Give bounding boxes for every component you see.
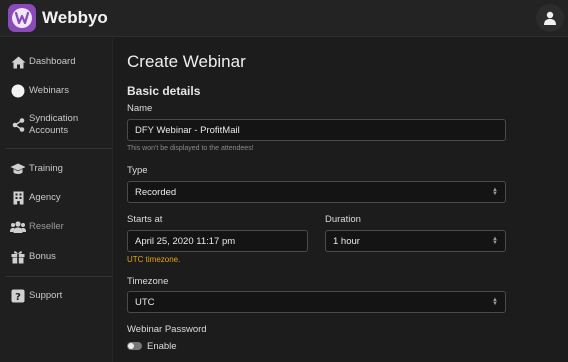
webbyo-logo[interactable] xyxy=(8,4,36,32)
duration-select-value: 1 hour xyxy=(333,235,360,247)
name-field-value: DFY Webinar - ProfitMail xyxy=(135,124,240,136)
graduation-cap-icon xyxy=(10,161,26,177)
sidebar-item-syndication-accounts[interactable]: Syndication Accounts xyxy=(0,112,113,138)
sidebar-item-webinars[interactable]: Webinars xyxy=(0,83,113,99)
question-icon: ? xyxy=(10,288,26,304)
sidebar-item-label: Dashboard xyxy=(29,56,76,67)
sidebar-item-support[interactable]: ? Support xyxy=(0,288,113,304)
user-menu-button[interactable] xyxy=(536,4,564,32)
sidebar-item-label: Syndication Accounts xyxy=(29,113,79,136)
sidebar-divider xyxy=(6,148,112,149)
section-title: Basic details xyxy=(127,84,201,98)
sidebar-item-training[interactable]: Training xyxy=(0,161,113,177)
webinar-password-label: Webinar Password xyxy=(127,324,207,335)
timezone-select-value: UTC xyxy=(135,296,155,308)
select-caret-icon: ▲ ▼ xyxy=(492,236,498,246)
type-select[interactable]: Recorded ▲ ▼ xyxy=(127,181,506,203)
circle-icon xyxy=(10,83,26,99)
timezone-select[interactable]: UTC ▲ ▼ xyxy=(127,291,506,313)
sidebar-divider xyxy=(6,276,112,277)
sidebar-item-label: Bonus xyxy=(29,251,56,262)
page-title: Create Webinar xyxy=(127,52,246,71)
type-select-value: Recorded xyxy=(135,186,177,198)
main-content: Create Webinar Basic details Name DFY We… xyxy=(114,38,568,362)
utc-timezone-note: UTC timezone. xyxy=(127,255,181,264)
name-label: Name xyxy=(127,103,153,114)
sidebar-item-label: Reseller xyxy=(29,221,64,232)
sidebar-item-label: Webinars xyxy=(29,85,69,96)
sidebar-item-dashboard[interactable]: Dashboard xyxy=(0,54,113,70)
sidebar-item-label: Support xyxy=(29,290,63,301)
top-bar: Webbyo xyxy=(0,0,568,37)
duration-select[interactable]: 1 hour ▲ ▼ xyxy=(325,230,506,252)
toggle-knob xyxy=(128,343,134,349)
starts-at-value: April 25, 2020 11:17 pm xyxy=(135,235,236,247)
logo-mark-icon xyxy=(12,8,32,28)
enable-label: Enable xyxy=(147,341,177,352)
name-hint: This won't be displayed to the attendees… xyxy=(127,145,254,152)
users-icon xyxy=(10,219,26,235)
sidebar-item-label: Agency xyxy=(29,192,61,203)
svg-text:?: ? xyxy=(15,292,21,303)
share-icon xyxy=(10,117,26,133)
sidebar-item-reseller[interactable]: Reseller xyxy=(0,219,113,235)
building-icon xyxy=(10,190,26,206)
select-caret-icon: ▲ ▼ xyxy=(492,297,498,307)
select-caret-icon: ▲ ▼ xyxy=(492,187,498,197)
timezone-label: Timezone xyxy=(127,276,169,287)
type-label: Type xyxy=(127,165,148,176)
starts-at-label: Starts at xyxy=(127,214,163,225)
sidebar-item-label: Training xyxy=(29,163,63,174)
sidebar-item-agency[interactable]: Agency xyxy=(0,190,113,206)
starts-at-input[interactable]: April 25, 2020 11:17 pm xyxy=(127,230,308,252)
duration-label: Duration xyxy=(325,214,361,225)
name-field[interactable]: DFY Webinar - ProfitMail xyxy=(127,119,506,141)
sidebar: Dashboard Webinars Syndication Accounts … xyxy=(0,38,113,362)
home-icon xyxy=(10,54,26,70)
password-enable-toggle[interactable] xyxy=(127,342,142,350)
sidebar-item-bonus[interactable]: Bonus xyxy=(0,249,113,265)
user-icon xyxy=(544,11,556,25)
brand-name: Webbyo xyxy=(42,8,108,27)
gift-icon xyxy=(10,249,26,265)
